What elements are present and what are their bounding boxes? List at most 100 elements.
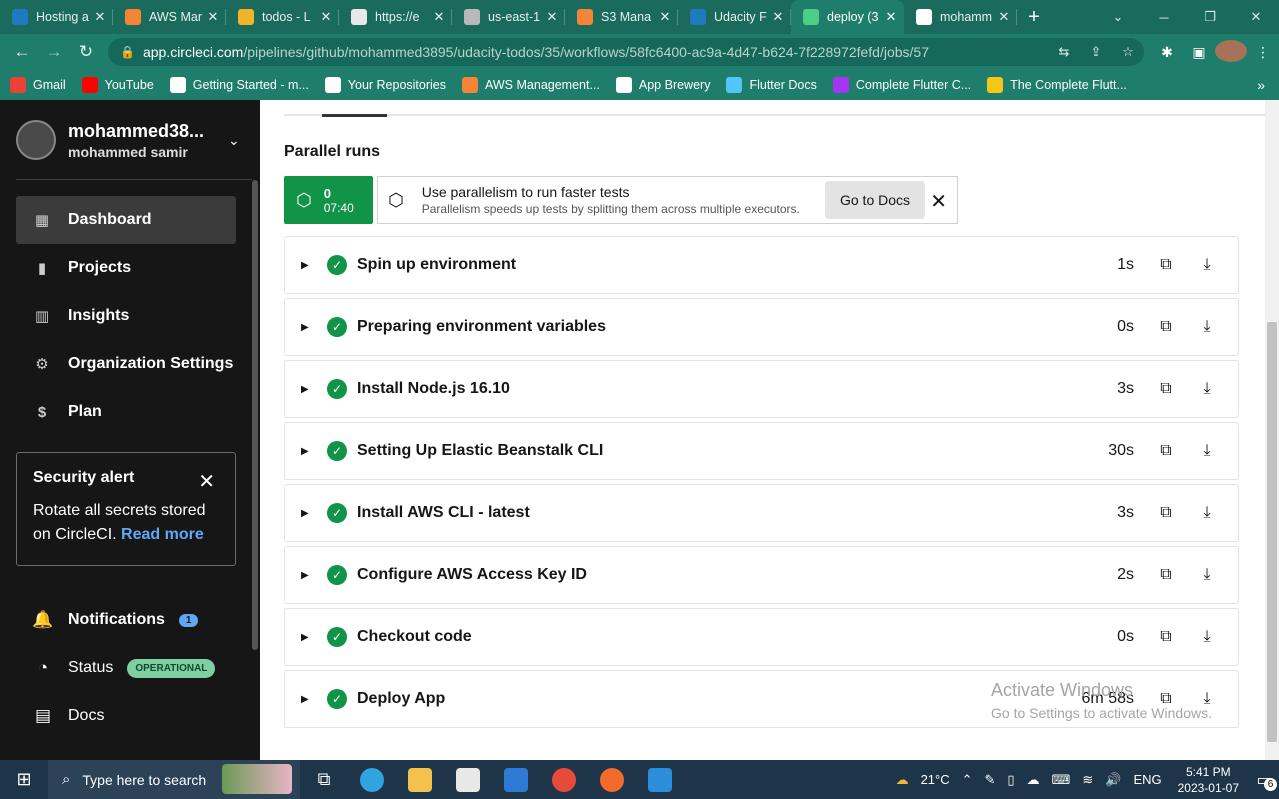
browser-tab[interactable]: us-east-1 ✕ [452,0,565,34]
weather-icon[interactable]: ☁ [896,772,909,788]
chevron-down-icon[interactable]: ⌄ [228,132,240,149]
bookmark-item[interactable]: Getting Started - m... [169,77,309,93]
sidebar-item-plan[interactable]: $ Plan [16,388,236,436]
open-external-icon[interactable]: ⧉ [1156,256,1176,274]
translate-icon[interactable]: ⇆ [1048,44,1080,60]
reload-icon[interactable]: ↻ [70,42,102,62]
mail-icon[interactable] [492,760,540,799]
page-scrollbar[interactable] [1265,100,1279,760]
bookmark-star-icon[interactable]: ☆ [1112,44,1144,60]
sidebar-scrollbar[interactable] [252,180,258,650]
download-icon[interactable]: ⤓ [1197,442,1217,460]
back-icon[interactable]: ← [6,42,38,62]
sidebar-item-insights[interactable]: ▥ Insights [16,292,236,340]
forward-icon[interactable]: → [38,42,70,62]
extensions-icon[interactable]: ✱ [1151,44,1183,61]
notifications-item[interactable]: 🔔 Notifications 1 [32,610,199,630]
step-row[interactable]: ▶ ✓ Configure AWS Access Key ID 2s ⧉ ⤓ [284,546,1239,604]
read-more-link[interactable]: Read more [121,526,204,543]
temperature[interactable]: 21°C [921,772,950,787]
open-external-icon[interactable]: ⧉ [1156,318,1176,336]
expand-caret-icon[interactable]: ▶ [301,632,315,643]
sidebar-item-dashboard[interactable]: ▦ Dashboard [16,196,236,244]
step-row[interactable]: ▶ ✓ Checkout code 0s ⧉ ⤓ [284,608,1239,666]
close-icon[interactable]: ✕ [93,9,107,25]
open-external-icon[interactable]: ⧉ [1156,504,1176,522]
bookmark-item[interactable]: Flutter Docs [726,77,817,93]
chevron-up-icon[interactable]: ⌃ [962,772,973,788]
expand-caret-icon[interactable]: ▶ [301,446,315,457]
tab-search-icon[interactable]: ⌄ [1095,9,1141,25]
minimize-icon[interactable]: ─ [1141,10,1187,25]
browser-tab[interactable]: mohamm ✕ [904,0,1017,34]
open-external-icon[interactable]: ⧉ [1156,380,1176,398]
notification-center-icon[interactable]: ▭ 6 [1249,770,1279,791]
download-icon[interactable]: ⤓ [1197,380,1217,398]
expand-caret-icon[interactable]: ▶ [301,508,315,519]
restore-icon[interactable]: ❐ [1187,9,1233,25]
browser-tab[interactable]: S3 Mana ✕ [565,0,678,34]
step-row[interactable]: ▶ ✓ Install AWS CLI - latest 3s ⧉ ⤓ [284,484,1239,542]
download-icon[interactable]: ⤓ [1197,318,1217,336]
sidebar-item-projects[interactable]: ▮ Projects [16,244,236,292]
scrollbar-thumb[interactable] [1267,322,1277,742]
step-row[interactable]: ▶ ✓ Setting Up Elastic Beanstalk CLI 30s ⧉ ⤓ [284,422,1239,480]
close-icon[interactable]: ✕ [930,189,947,214]
close-icon[interactable]: ✕ [884,9,898,25]
browser-tab[interactable]: Hosting a ✕ [0,0,113,34]
menu-icon[interactable]: ⋮ [1247,44,1279,61]
chrome-icon[interactable] [540,760,588,799]
expand-caret-icon[interactable]: ▶ [301,384,315,395]
clock[interactable]: 5:41 PM 2023-01-07 [1178,764,1239,796]
browser-tab[interactable]: Udacity F ✕ [678,0,791,34]
share-icon[interactable]: ⇪ [1080,44,1112,60]
download-icon[interactable]: ⤓ [1197,566,1217,584]
file-explorer-icon[interactable] [396,760,444,799]
phone-link-icon[interactable]: ▯ [1007,772,1014,788]
close-icon[interactable]: ✕ [545,9,559,25]
browser-tab[interactable]: https://e ✕ [339,0,452,34]
bookmarks-overflow-icon[interactable]: » [1257,77,1265,93]
windows-start-icon[interactable]: ⊞ [0,769,48,790]
pen-icon[interactable]: ✎ [985,772,996,788]
close-window-icon[interactable]: ✕ [1233,9,1279,25]
open-external-icon[interactable]: ⧉ [1156,628,1176,646]
volume-icon[interactable]: 🔊 [1105,772,1121,788]
browser-tab[interactable]: todos - L ✕ [226,0,339,34]
go-to-docs-button[interactable]: Go to Docs [825,181,925,219]
open-external-icon[interactable]: ⧉ [1156,442,1176,460]
vscode-icon[interactable] [636,760,684,799]
account-switcher[interactable]: mohammed38... mohammed samir [16,120,204,160]
step-row[interactable]: ▶ ✓ Preparing environment variables 0s ⧉ ⤓ [284,298,1239,356]
download-icon[interactable]: ⤓ [1197,256,1217,274]
close-icon[interactable]: ✕ [658,9,672,25]
wifi-icon[interactable]: ≋ [1082,772,1093,788]
docs-item[interactable]: ▤ Docs [32,706,104,726]
keyboard-icon[interactable]: ⌨ [1052,772,1071,788]
taskbar-search[interactable]: ⌕ Type here to search [48,760,300,799]
open-external-icon[interactable]: ⧉ [1156,566,1176,584]
new-tab-button[interactable]: + [1017,6,1051,29]
bookmark-item[interactable]: The Complete Flutt... [987,77,1127,93]
close-icon[interactable]: ✕ [432,9,446,25]
url-field[interactable]: 🔒 app.circleci.com/pipelines/github/moha… [108,38,1144,66]
expand-caret-icon[interactable]: ▶ [301,322,315,333]
close-icon[interactable]: ✕ [771,9,785,25]
download-icon[interactable]: ⤓ [1197,628,1217,646]
expand-caret-icon[interactable]: ▶ [301,260,315,271]
bookmark-item[interactable]: App Brewery [615,77,710,93]
language-indicator[interactable]: ENG [1133,772,1161,787]
close-icon[interactable]: ✕ [198,469,215,494]
bookmark-item[interactable]: AWS Management... [462,77,600,93]
browser-tab[interactable]: deploy (3 ✕ [791,0,904,34]
bookmark-item[interactable]: YouTube [81,77,154,93]
step-row[interactable]: ▶ ✓ Spin up environment 1s ⧉ ⤓ [284,236,1239,294]
step-row[interactable]: ▶ ✓ Install Node.js 16.10 3s ⧉ ⤓ [284,360,1239,418]
expand-caret-icon[interactable]: ▶ [301,694,315,705]
download-icon[interactable]: ⤓ [1197,504,1217,522]
close-icon[interactable]: ✕ [997,9,1011,25]
sidebar-item-organization-settings[interactable]: ⚙ Organization Settings [16,340,236,388]
bookmark-item[interactable]: Complete Flutter C... [832,77,971,93]
close-icon[interactable]: ✕ [319,9,333,25]
task-view-icon[interactable]: ⧉ [300,760,348,799]
